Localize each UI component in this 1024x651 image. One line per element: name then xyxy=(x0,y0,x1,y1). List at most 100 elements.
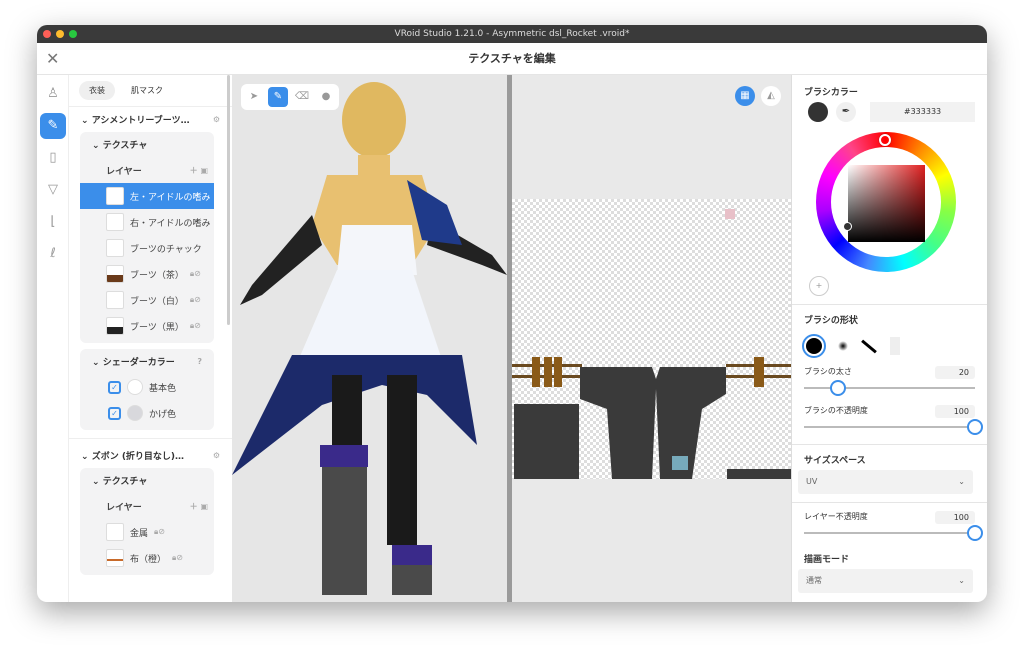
color-handle[interactable] xyxy=(843,222,852,231)
shade-color-swatch[interactable] xyxy=(127,405,143,421)
size-space-label: サイズスペース xyxy=(792,453,987,466)
layer-panel-scrollbar[interactable] xyxy=(227,75,230,325)
boots-icon[interactable]: ⌊ xyxy=(40,209,66,235)
shirt-icon[interactable]: ▯ xyxy=(40,145,66,171)
layer-name: 金属 xyxy=(130,526,148,539)
hue-handle[interactable] xyxy=(879,134,891,146)
layer-item[interactable]: 左・アイドルの嗜み xyxy=(80,183,214,209)
layer-opacity-value[interactable]: 100 xyxy=(935,511,975,524)
minimize-window-button[interactable] xyxy=(56,30,64,38)
section-boots[interactable]: ⌄ アシメントリーブーツ…⚙ xyxy=(69,107,232,132)
draw-mode-select[interactable]: 通常⌄ xyxy=(798,569,973,593)
chevron-down-icon: ⌄ xyxy=(958,470,965,494)
saturation-value-square[interactable] xyxy=(848,165,925,242)
layer-name: ブーツ（黒） xyxy=(130,320,184,333)
lock-icon[interactable]: 🔒︎⊘ xyxy=(154,527,165,537)
brush-shape-label: ブラシの形状 xyxy=(792,313,987,326)
shader-label: シェーダーカラー xyxy=(103,358,175,368)
character-model xyxy=(232,75,507,602)
brush-size-value[interactable]: 20 xyxy=(935,366,975,379)
brush-opacity-value[interactable]: 100 xyxy=(935,405,975,418)
close-icon[interactable]: ✕ xyxy=(46,43,59,75)
pants-icon[interactable]: ▽ xyxy=(40,177,66,203)
grid-toggle-icon[interactable]: ▦ xyxy=(735,86,755,106)
tab-costume[interactable]: 衣装 xyxy=(79,81,115,100)
draw-mode-value: 通常 xyxy=(806,569,822,593)
eyedropper-icon[interactable]: ✒ xyxy=(836,102,856,122)
layer-item[interactable]: ブーツ（茶）🔒︎⊘ xyxy=(80,261,214,287)
brush-color-swatch[interactable] xyxy=(808,102,828,122)
brush-settings-panel: ブラシカラー ✒ #333333 + ブラシの形状 ブラシの太さ20 ブラシの不… xyxy=(791,75,987,602)
layer-item[interactable]: 金属 🔒︎⊘ xyxy=(80,519,214,545)
draw-mode-label: 描画モード xyxy=(792,552,987,565)
mirror-toggle-icon[interactable]: ◭ xyxy=(761,86,781,106)
tab-skin-mask[interactable]: 肌マスク xyxy=(121,81,173,100)
brush-shape-round-icon[interactable] xyxy=(802,334,826,358)
pen-tool-icon[interactable]: ✎ xyxy=(268,87,288,107)
layer-item[interactable]: ブーツ（黒） 🔒︎⊘ xyxy=(80,313,214,339)
texture-header[interactable]: ⌄ テクスチャ xyxy=(80,132,214,157)
layer-name: 右・アイドルの嗜み xyxy=(130,216,211,229)
add-layer-icon[interactable]: ＋ ▣ xyxy=(190,165,208,176)
layer-name: ブーツ（白） xyxy=(130,294,184,307)
header: ✕ テクスチャを編集 xyxy=(37,43,987,75)
accessory-icon[interactable]: ℓ xyxy=(40,241,66,267)
brush-size-slider[interactable] xyxy=(804,387,975,389)
eraser-tool-icon[interactable]: ⌫ xyxy=(292,87,312,107)
layer-item[interactable]: 右・アイドルの嗜み xyxy=(80,209,214,235)
help-icon[interactable]: ? xyxy=(197,357,202,366)
layer-opacity-label: レイヤー不透明度 xyxy=(804,511,868,524)
section-pants[interactable]: ⌄ ズボン (折り目なし)…⚙ xyxy=(69,443,232,468)
brush-size-label: ブラシの太さ xyxy=(804,366,852,379)
texture-label: テクスチャ xyxy=(103,477,148,487)
add-swatch-button[interactable]: + xyxy=(809,276,829,296)
brush-shape-soft-icon[interactable] xyxy=(838,341,848,351)
layer-panel: 衣装 肌マスク ⌄ アシメントリーブーツ…⚙ ⌄ テクスチャ レイヤー ＋ ▣ 左… xyxy=(69,75,232,602)
title-bar: VRoid Studio 1.21.0 - Asymmetric dsl_Roc… xyxy=(37,25,987,43)
texture-header[interactable]: ⌄ テクスチャ xyxy=(80,468,214,493)
layer-item[interactable]: 布（橙） 🔒︎⊘ xyxy=(80,545,214,571)
brush-opacity-slider[interactable] xyxy=(804,426,975,428)
section-title: ズボン (折り目なし)… xyxy=(92,452,184,462)
shade-color-checkbox[interactable]: ✓ xyxy=(108,407,121,420)
uv-texture xyxy=(512,199,791,479)
lock-icon[interactable]: 🔒︎⊘ xyxy=(190,269,201,279)
draw-toolbar: ➤ ✎ ⌫ ● xyxy=(241,84,339,110)
lock-icon[interactable]: 🔒︎⊘ xyxy=(190,321,201,331)
app-window: VRoid Studio 1.21.0 - Asymmetric dsl_Roc… xyxy=(37,25,987,602)
layer-name: ブーツのチャック xyxy=(130,242,202,255)
texture-canvas[interactable]: ▦ ◭ xyxy=(512,75,791,602)
brush-shape-line-icon[interactable] xyxy=(861,339,877,353)
settings-icon[interactable]: ⚙ xyxy=(213,451,220,460)
hex-color-input[interactable]: #333333 xyxy=(870,102,975,122)
base-color-label: 基本色 xyxy=(149,381,176,394)
lock-icon[interactable]: 🔒︎⊘ xyxy=(172,553,183,563)
layer-item[interactable]: ブーツ（白） 🔒︎⊘ xyxy=(80,287,214,313)
window-title: VRoid Studio 1.21.0 - Asymmetric dsl_Roc… xyxy=(395,29,630,39)
settings-icon[interactable]: ⚙ xyxy=(213,115,220,124)
fill-tool-icon[interactable]: ● xyxy=(316,87,336,107)
close-window-button[interactable] xyxy=(43,30,51,38)
brush-shape-texture-icon[interactable] xyxy=(890,337,900,355)
category-rail: ♙ ✎ ▯ ▽ ⌊ ℓ xyxy=(37,75,69,602)
brush-icon[interactable]: ✎ xyxy=(40,113,66,139)
layer-label: レイヤー xyxy=(106,164,142,177)
dress-icon[interactable]: ♙ xyxy=(40,81,66,107)
color-wheel[interactable] xyxy=(792,128,987,268)
add-layer-icon[interactable]: ＋ ▣ xyxy=(190,501,208,512)
texture-label: テクスチャ xyxy=(103,141,148,151)
layer-label: レイヤー xyxy=(106,500,142,513)
zoom-window-button[interactable] xyxy=(69,30,77,38)
shader-color-header[interactable]: ⌄ シェーダーカラー? xyxy=(80,349,214,374)
base-color-swatch[interactable] xyxy=(127,379,143,395)
select-tool-icon[interactable]: ➤ xyxy=(244,87,264,107)
page-title: テクスチャを編集 xyxy=(468,52,556,65)
layer-opacity-slider[interactable] xyxy=(804,532,975,534)
lock-icon[interactable]: 🔒︎⊘ xyxy=(190,295,201,305)
layer-item[interactable]: ブーツのチャック xyxy=(80,235,214,261)
shade-color-label: かげ色 xyxy=(149,407,176,420)
base-color-checkbox[interactable]: ✓ xyxy=(108,381,121,394)
size-space-select[interactable]: UV⌄ xyxy=(798,470,973,494)
layer-name: 布（橙） xyxy=(130,552,166,565)
3d-viewport[interactable]: ➤ ✎ ⌫ ● xyxy=(232,75,507,602)
